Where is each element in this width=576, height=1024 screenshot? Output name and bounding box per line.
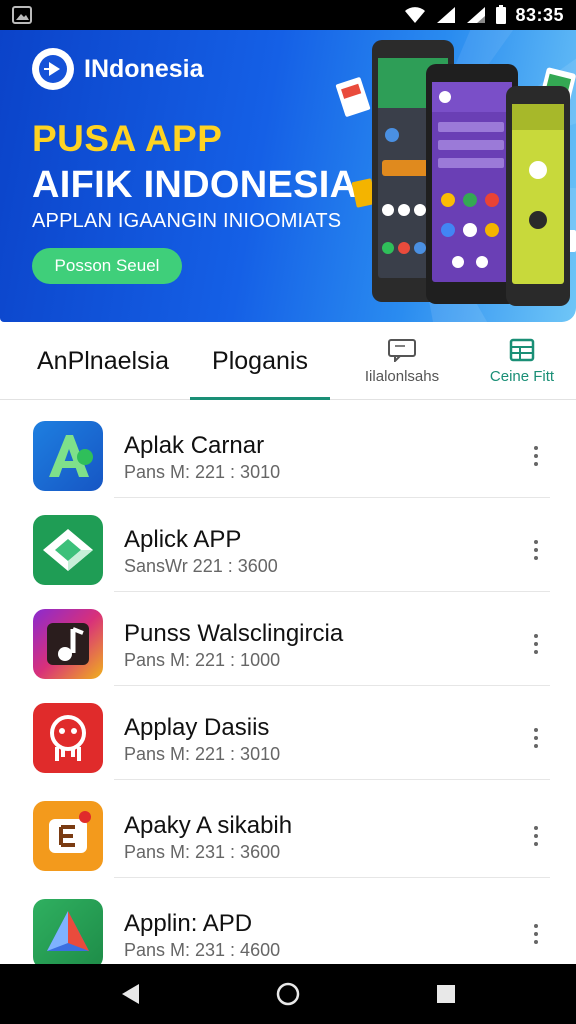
letter-e-icon xyxy=(33,801,103,871)
banner-headline-1: PUSA APP xyxy=(32,118,223,159)
banner-headline-2: AIFIK INDONESIA xyxy=(32,164,358,206)
face-icon xyxy=(33,703,103,773)
app-title: Aplak Carnar xyxy=(124,432,265,459)
tab-anplnaelsia[interactable]: AnPlnaelsia xyxy=(18,322,188,400)
more-options-icon[interactable] xyxy=(522,440,550,472)
list-item[interactable]: Punss Walsclingircia Pans M: 221 : 1000 xyxy=(0,590,576,686)
status-left xyxy=(12,6,32,24)
wifi-icon xyxy=(405,7,426,23)
home-icon[interactable] xyxy=(268,978,308,1010)
divider xyxy=(114,779,550,780)
battery-icon xyxy=(496,5,507,24)
app-subtitle: Pans M: 221 : 3010 xyxy=(124,744,281,764)
tab-bar: AnPlnaelsia Ploganis Iilalonlsahs Ceine … xyxy=(0,322,576,400)
app-subtitle: SansWr 221 : 3600 xyxy=(124,556,278,576)
more-options-icon[interactable] xyxy=(522,628,550,660)
music-note-icon xyxy=(33,609,103,679)
chat-icon xyxy=(388,338,416,362)
tab-label: Ploganis xyxy=(212,346,308,375)
tab-label: Ceine Fitt xyxy=(489,367,555,385)
signal-2-icon xyxy=(467,7,486,23)
back-icon[interactable] xyxy=(110,978,150,1010)
play-logo-icon xyxy=(39,55,67,83)
app-title: Apaky A sikabih xyxy=(124,812,293,839)
promo-banner[interactable]: INdonesia PUSA APP AIFIK INDONESIA APPLA… xyxy=(0,30,576,322)
list-item[interactable]: Applin: APD Pans M: 231 : 4600 xyxy=(0,880,576,964)
app-subtitle: Pans M: 231 : 3600 xyxy=(124,842,281,862)
gallery-notification-icon xyxy=(12,6,32,24)
brand-name: INdonesia xyxy=(84,54,204,83)
status-time: 83:35 xyxy=(515,4,564,25)
app-title: Aplick APP xyxy=(124,526,242,553)
recents-icon[interactable] xyxy=(426,978,466,1010)
list-item[interactable]: Aplak Carnar Pans M: 221 : 3010 xyxy=(0,402,576,498)
status-right: 83:35 xyxy=(403,5,564,26)
app-subtitle: Pans M: 221 : 3010 xyxy=(124,462,281,482)
list-item[interactable]: Aplick APP SansWr 221 : 3600 xyxy=(0,496,576,592)
app-title: Applay Dasiis xyxy=(124,714,270,741)
app-subtitle: Pans M: 221 : 1000 xyxy=(124,650,281,670)
letter-a-icon xyxy=(33,421,103,491)
more-options-icon[interactable] xyxy=(522,820,550,852)
app-title: Punss Walsclingircia xyxy=(124,620,344,647)
tab-ploganis[interactable]: Ploganis xyxy=(190,322,330,400)
phones-illustration xyxy=(335,40,576,306)
tab-iilalonlsahs[interactable]: Iilalonlsahs xyxy=(350,322,454,400)
divider xyxy=(114,877,550,878)
more-options-icon[interactable] xyxy=(522,918,550,950)
grid-icon xyxy=(509,338,535,361)
system-nav-bar xyxy=(0,964,576,1024)
app-title: Applin: APD xyxy=(124,910,253,937)
brand-logo xyxy=(32,48,74,90)
more-options-icon[interactable] xyxy=(522,722,550,754)
list-item[interactable]: Apaky A sikabih Pans M: 231 : 3600 xyxy=(0,782,576,878)
list-item[interactable]: Applay Dasiis Pans M: 221 : 3010 xyxy=(0,684,576,780)
tab-ceine-fitt[interactable]: Ceine Fitt xyxy=(470,322,574,400)
app-list: Aplak Carnar Pans M: 221 : 3010 Aplick A… xyxy=(0,400,576,964)
diamond-arrow-icon xyxy=(33,515,103,585)
app-screen: 83:35 INdonesia PUSA APP AIFIK INDONESIA… xyxy=(0,0,576,1024)
more-options-icon[interactable] xyxy=(522,534,550,566)
status-bar: 83:35 xyxy=(0,0,576,30)
prism-icon xyxy=(33,899,103,964)
tab-label: Iilalonlsahs xyxy=(364,367,440,385)
signal-icon xyxy=(437,7,456,23)
banner-cta-button[interactable]: Posson Seuel xyxy=(32,248,182,284)
banner-subline: APPLAN IGAANGIN INIOOMIATS xyxy=(32,210,342,232)
brand: INdonesia xyxy=(32,48,203,90)
tab-label: AnPlnaelsia xyxy=(36,346,170,375)
app-subtitle: Pans M: 231 : 4600 xyxy=(124,940,281,960)
